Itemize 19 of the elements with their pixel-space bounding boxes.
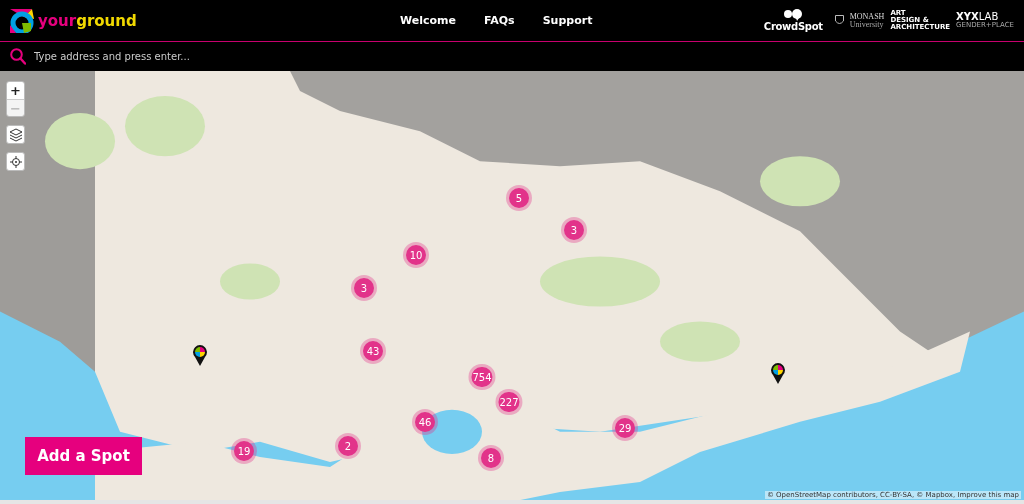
xyxlab-logo: XYXLAB — [956, 12, 999, 22]
logo-icon — [10, 8, 34, 33]
locate-button[interactable] — [6, 152, 25, 171]
layers-button[interactable] — [6, 125, 25, 144]
speech-bubbles-icon — [782, 9, 805, 21]
add-a-spot-button[interactable]: Add a Spot — [25, 437, 142, 475]
search-icon — [10, 48, 26, 65]
nav-link[interactable]: Welcome — [400, 14, 456, 27]
monash-text: MONASH — [849, 12, 885, 21]
university-text: University — [849, 20, 885, 29]
map-pin-icon[interactable] — [192, 345, 208, 367]
zoom-in-button[interactable]: + — [7, 82, 24, 99]
nav-link[interactable]: Support — [542, 14, 593, 27]
logo-text[interactable]: yourground — [38, 11, 137, 30]
crest-icon — [834, 15, 844, 26]
map-pin-icon[interactable] — [770, 363, 786, 385]
search-field[interactable]: Type address and press enter... — [32, 50, 436, 63]
crowdspot-logo: CrowdSpot — [763, 21, 823, 32]
nav-link[interactable]: FAQs — [484, 14, 515, 27]
